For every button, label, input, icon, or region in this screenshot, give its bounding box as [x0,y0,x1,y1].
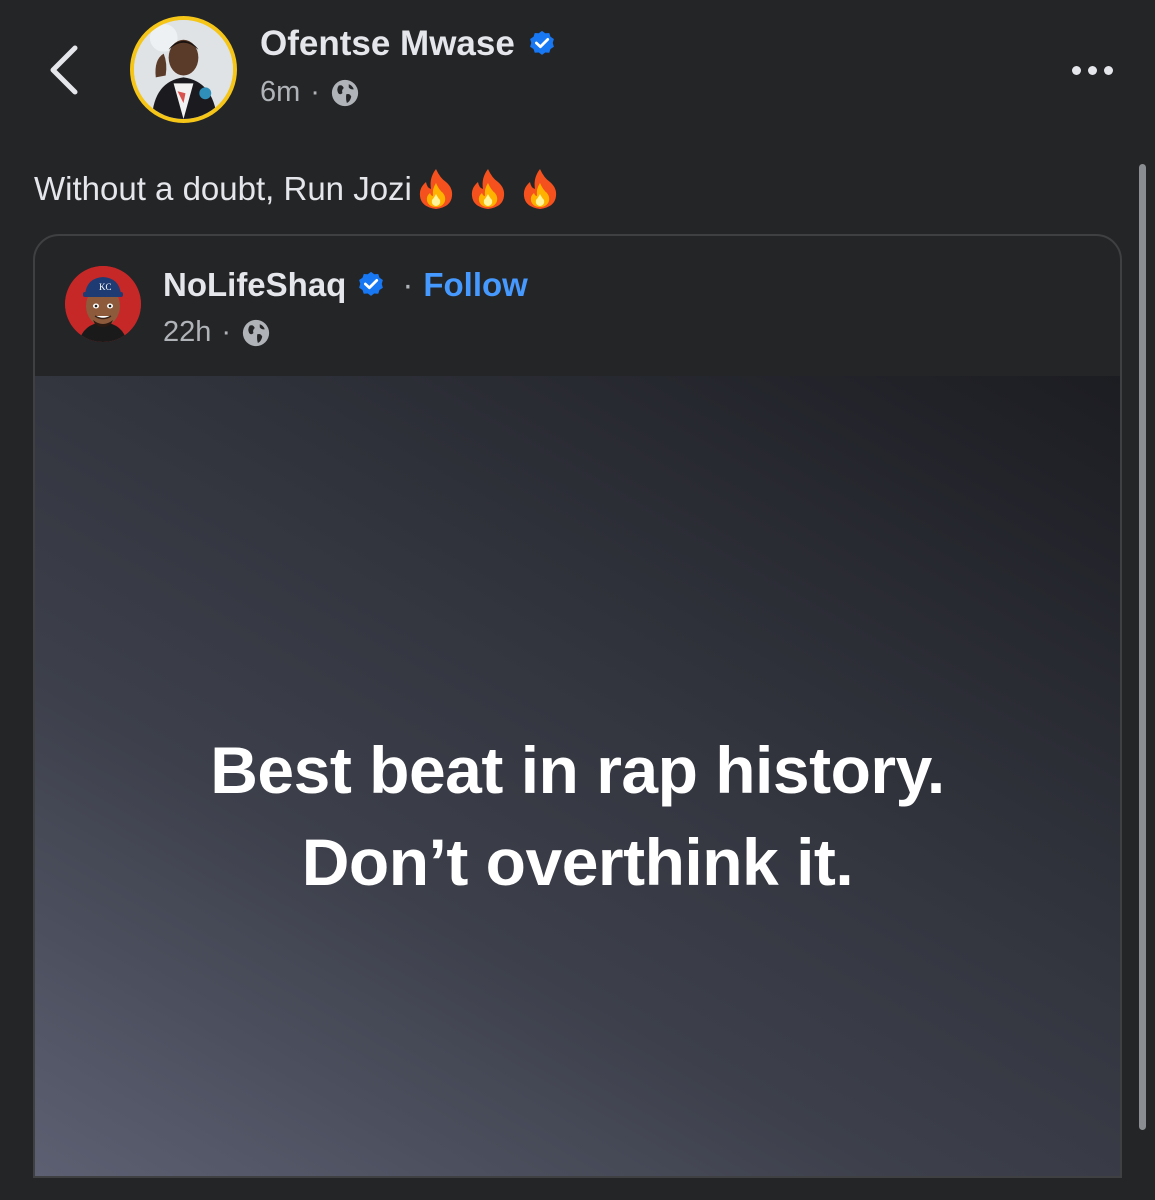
globe-icon [242,319,270,346]
author-avatar[interactable] [130,16,237,123]
svg-text:KC: KC [99,282,112,292]
quote-line-1: Best beat in rap history. [210,733,945,807]
author-name[interactable]: Ofentse Mwase [260,24,515,64]
more-dot-icon [1087,65,1097,75]
fire-emoji-icon [471,169,504,209]
shared-author-row: NoLifeShaq · Follow [163,266,528,304]
author-name-row[interactable]: Ofentse Mwase [260,24,557,64]
shared-author-name[interactable]: NoLifeShaq [163,266,346,304]
post-meta: 6m · [260,76,360,109]
back-button[interactable] [36,38,92,102]
shared-post-timestamp[interactable]: 22h [163,316,211,349]
text-post-background[interactable]: Best beat in rap history. Don’t overthin… [35,376,1120,1176]
fire-emoji-icon [419,169,452,209]
more-dot-icon [1071,65,1081,75]
follow-button[interactable]: Follow [423,266,527,304]
meta-separator: · [310,76,320,108]
shared-post-card[interactable]: KC NoLifeShaq · Follow 22h · Best beat i… [33,234,1122,1178]
fire-emoji-icon [523,169,556,209]
post-text: Without a doubt, Run Jozi [34,170,412,207]
verified-badge-icon [359,271,384,296]
meta-separator: · [221,316,232,348]
emoji-group [418,168,558,210]
globe-icon [331,79,359,106]
verified-badge-icon [529,30,554,55]
shared-author-avatar[interactable]: KC [65,266,141,342]
scrollbar[interactable] [1139,164,1146,1130]
quote-line-2: Don’t overthink it. [301,825,854,899]
avatar-photo [134,20,233,119]
shared-avatar-illustration: KC [65,266,141,342]
quote-text: Best beat in rap history. Don’t overthin… [210,724,945,908]
follow-separator: · [402,266,414,303]
more-dot-icon [1103,65,1113,75]
chevron-left-icon [50,45,78,95]
shared-post-meta: 22h · [163,316,271,349]
more-options-button[interactable] [1060,50,1124,90]
shared-post-header: KC NoLifeShaq · Follow 22h · [35,236,1120,376]
post-timestamp[interactable]: 6m [260,76,300,109]
post-header: Ofentse Mwase 6m · [0,0,1155,140]
post-body: Without a doubt, Run Jozi [34,168,558,210]
